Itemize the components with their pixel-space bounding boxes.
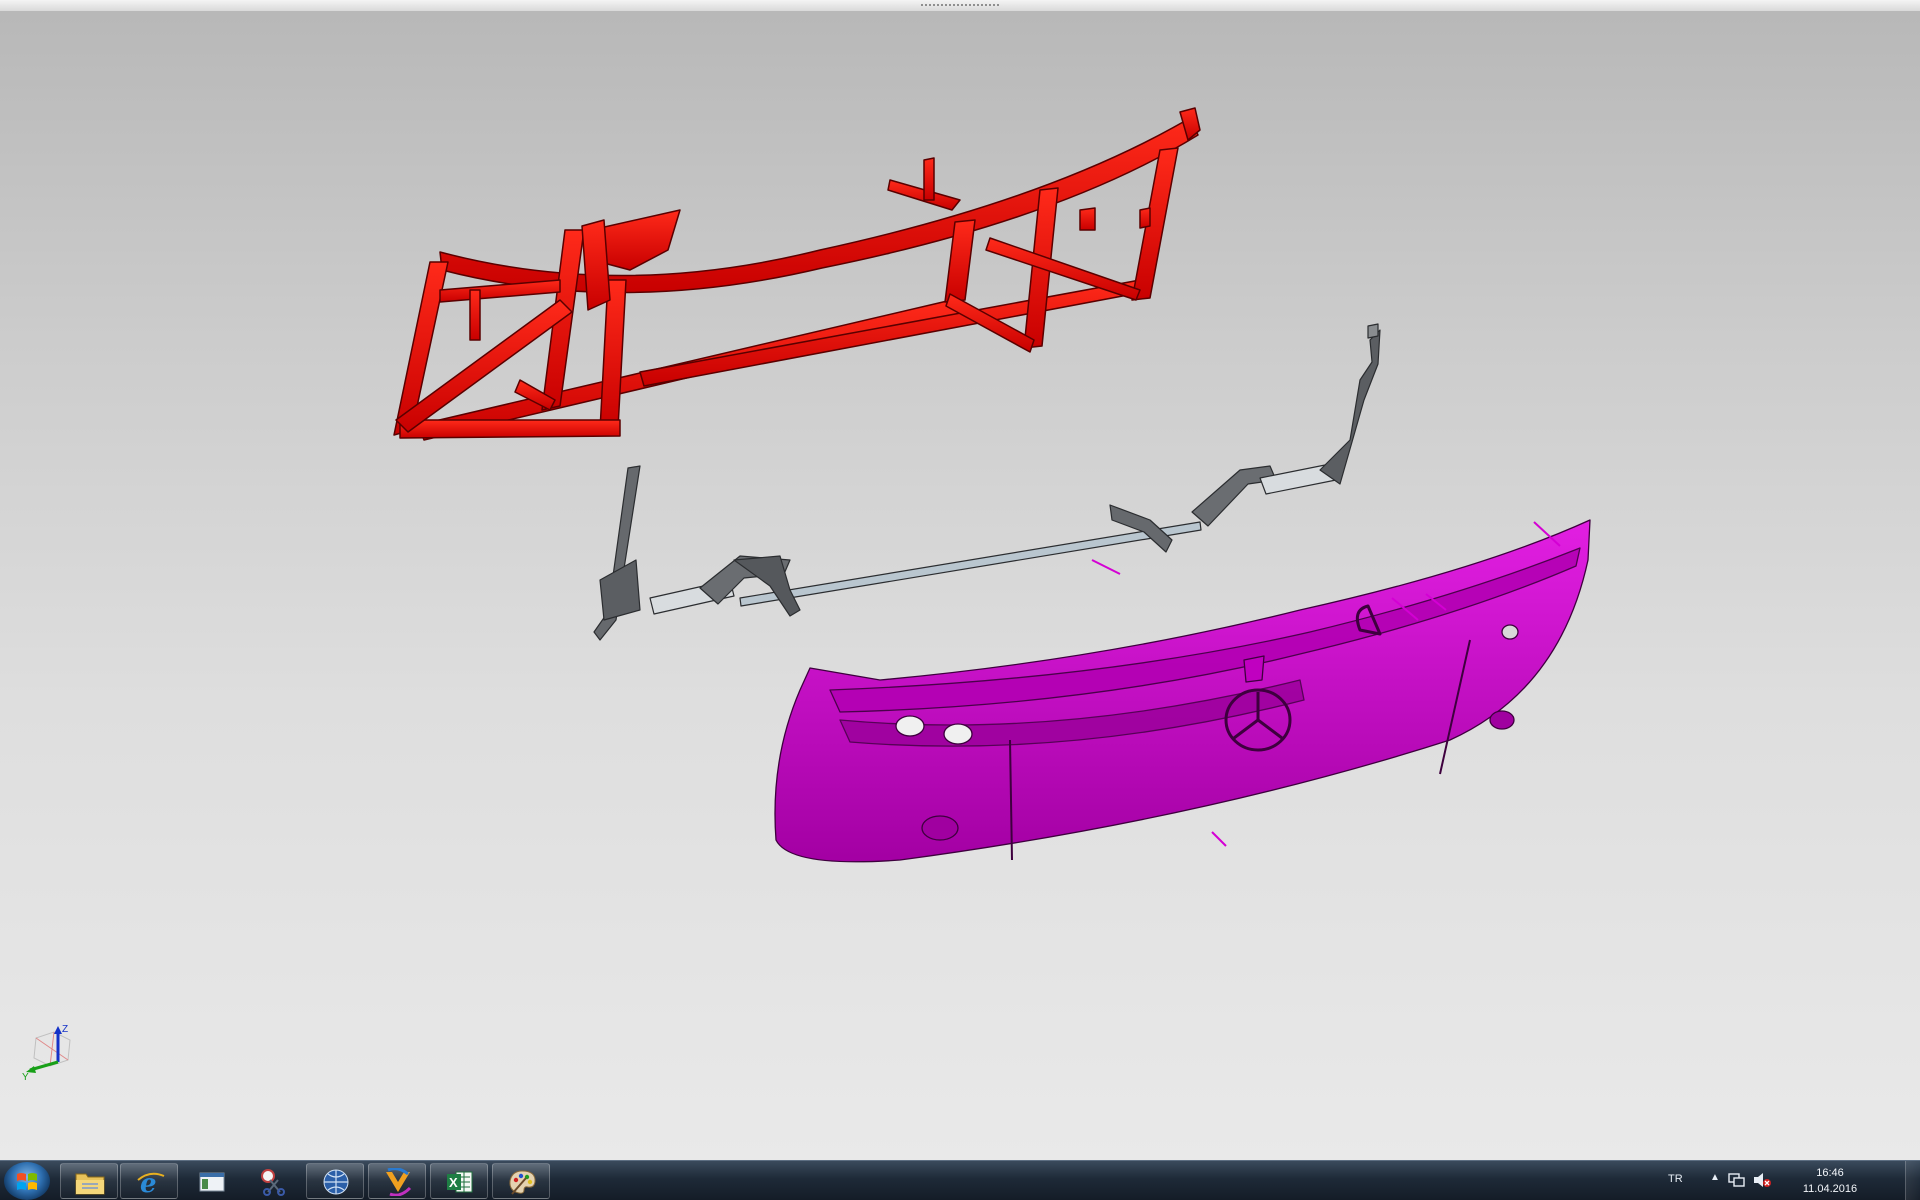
- clock-date: 11.04.2016: [1802, 1183, 1858, 1195]
- show-hidden-icons-button[interactable]: ▲: [1710, 1172, 1720, 1183]
- folder-icon: [75, 1173, 105, 1195]
- volume-muted-icon[interactable]: [1752, 1172, 1772, 1188]
- show-desktop-button[interactable]: [1905, 1161, 1920, 1200]
- language-indicator[interactable]: TR: [1668, 1173, 1683, 1185]
- taskbar-window-button[interactable]: [182, 1163, 240, 1199]
- clock[interactable]: 16:46 11.04.2016: [1790, 1165, 1870, 1197]
- start-button[interactable]: [4, 1162, 50, 1200]
- taskbar: e X TR ▲ 16:46 11.04.2016: [0, 1160, 1920, 1200]
- taskbar-ie-button[interactable]: e: [120, 1163, 178, 1199]
- svg-text:X: X: [449, 1175, 458, 1190]
- taskbar-globe-button[interactable]: [306, 1163, 364, 1199]
- top-toolbar-strip[interactable]: [0, 0, 1920, 12]
- system-tray: TR ▲ 16:46 11.04.2016: [1660, 1161, 1920, 1200]
- excel-icon: X: [447, 1171, 473, 1193]
- clock-time: 16:46: [1816, 1167, 1844, 1179]
- z-axis-label: Z: [62, 1024, 68, 1035]
- window-icon: [199, 1172, 225, 1192]
- y-axis-label: Y: [22, 1072, 29, 1083]
- taskbar-nx-button[interactable]: [368, 1163, 426, 1199]
- windows-logo-icon: [17, 1173, 37, 1190]
- taskbar-paint-button[interactable]: [492, 1163, 550, 1199]
- nx-icon: [386, 1168, 412, 1196]
- resize-grip[interactable]: [920, 3, 1000, 7]
- front-bumper[interactable]: [774, 519, 1591, 863]
- 3d-scene[interactable]: [0, 12, 1920, 1160]
- ie-icon: e: [137, 1169, 165, 1196]
- taskbar-snipping-button[interactable]: [244, 1163, 302, 1199]
- globe-icon: [323, 1169, 349, 1195]
- scissors-icon: [261, 1169, 285, 1196]
- taskbar-excel-button[interactable]: X: [430, 1163, 488, 1199]
- network-icon[interactable]: [1728, 1172, 1746, 1188]
- graphics-window[interactable]: Z Y: [0, 12, 1920, 1160]
- coordinate-triad: Z Y: [22, 1024, 71, 1083]
- taskbar-explorer-button[interactable]: [60, 1163, 118, 1199]
- frame-assembly[interactable]: [393, 107, 1201, 441]
- palette-icon: [509, 1170, 536, 1195]
- desktop: Z Y e X TR ▲ 16:46 11.04.2016: [0, 0, 1920, 1200]
